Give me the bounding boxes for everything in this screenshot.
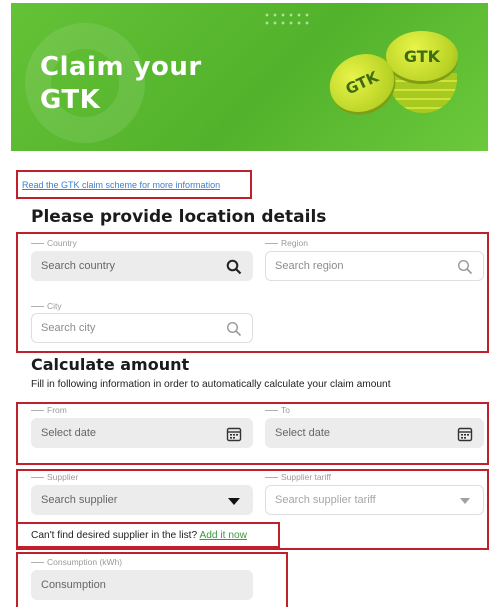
consumption-field[interactable]: Consumption — [31, 570, 253, 600]
to-date-placeholder: Select date — [275, 427, 331, 439]
calculate-heading: Calculate amount — [31, 355, 190, 374]
banner-title-line2: GTK — [40, 85, 101, 115]
supplier-placeholder: Search supplier — [41, 494, 118, 506]
country-field[interactable]: Search country — [31, 251, 253, 281]
coin-front: GTK — [386, 31, 458, 81]
search-icon[interactable] — [226, 321, 242, 337]
add-supplier-link[interactable]: Add it now — [199, 530, 247, 541]
banner-dots-decoration — [263, 11, 311, 27]
calendar-icon[interactable] — [457, 426, 473, 442]
banner-title-line1: Claim your — [40, 52, 202, 82]
calculate-description: Fill in following information in order t… — [31, 379, 391, 390]
consumption-label: Consumption (kWh) — [31, 557, 122, 567]
from-date-placeholder: Select date — [41, 427, 97, 439]
to-date-field[interactable]: Select date — [265, 418, 484, 448]
country-placeholder: Search country — [41, 260, 115, 272]
supplier-label: Supplier — [31, 472, 78, 482]
coin-tilted-text: GTK — [342, 67, 382, 99]
supplier-tariff-placeholder: Search supplier tariff — [275, 494, 376, 506]
cant-find-text: Can't find desired supplier in the list? — [31, 530, 198, 541]
supplier-tariff-select[interactable]: Search supplier tariff — [265, 485, 484, 515]
info-link-highlight: Read the GTK claim scheme for more infor… — [16, 170, 252, 199]
location-heading: Please provide location details — [31, 207, 327, 227]
country-label: Country — [31, 238, 77, 248]
claim-scheme-link[interactable]: Read the GTK claim scheme for more infor… — [22, 180, 220, 190]
region-field[interactable]: Search region — [265, 251, 484, 281]
search-icon[interactable] — [457, 259, 473, 275]
city-label: City — [31, 301, 62, 311]
consumption-placeholder: Consumption — [41, 579, 106, 591]
caret-down-icon[interactable] — [457, 493, 473, 509]
region-label: Region — [265, 238, 308, 248]
caret-down-icon[interactable] — [226, 493, 242, 509]
search-icon[interactable] — [226, 259, 242, 275]
to-label: To — [265, 405, 290, 415]
cant-find-supplier-text: Can't find desired supplier in the list?… — [31, 530, 247, 541]
city-field[interactable]: Search city — [31, 313, 253, 343]
from-label: From — [31, 405, 67, 415]
calendar-icon[interactable] — [226, 426, 242, 442]
city-placeholder: Search city — [41, 322, 96, 334]
supplier-select[interactable]: Search supplier — [31, 485, 253, 515]
region-placeholder: Search region — [275, 260, 344, 272]
banner-title: Claim your GTK — [40, 51, 202, 117]
coin-front-text: GTK — [403, 46, 441, 66]
from-date-field[interactable]: Select date — [31, 418, 253, 448]
claim-banner: Claim your GTK GTK GTK — [11, 3, 488, 151]
supplier-tariff-label: Supplier tariff — [265, 472, 331, 482]
